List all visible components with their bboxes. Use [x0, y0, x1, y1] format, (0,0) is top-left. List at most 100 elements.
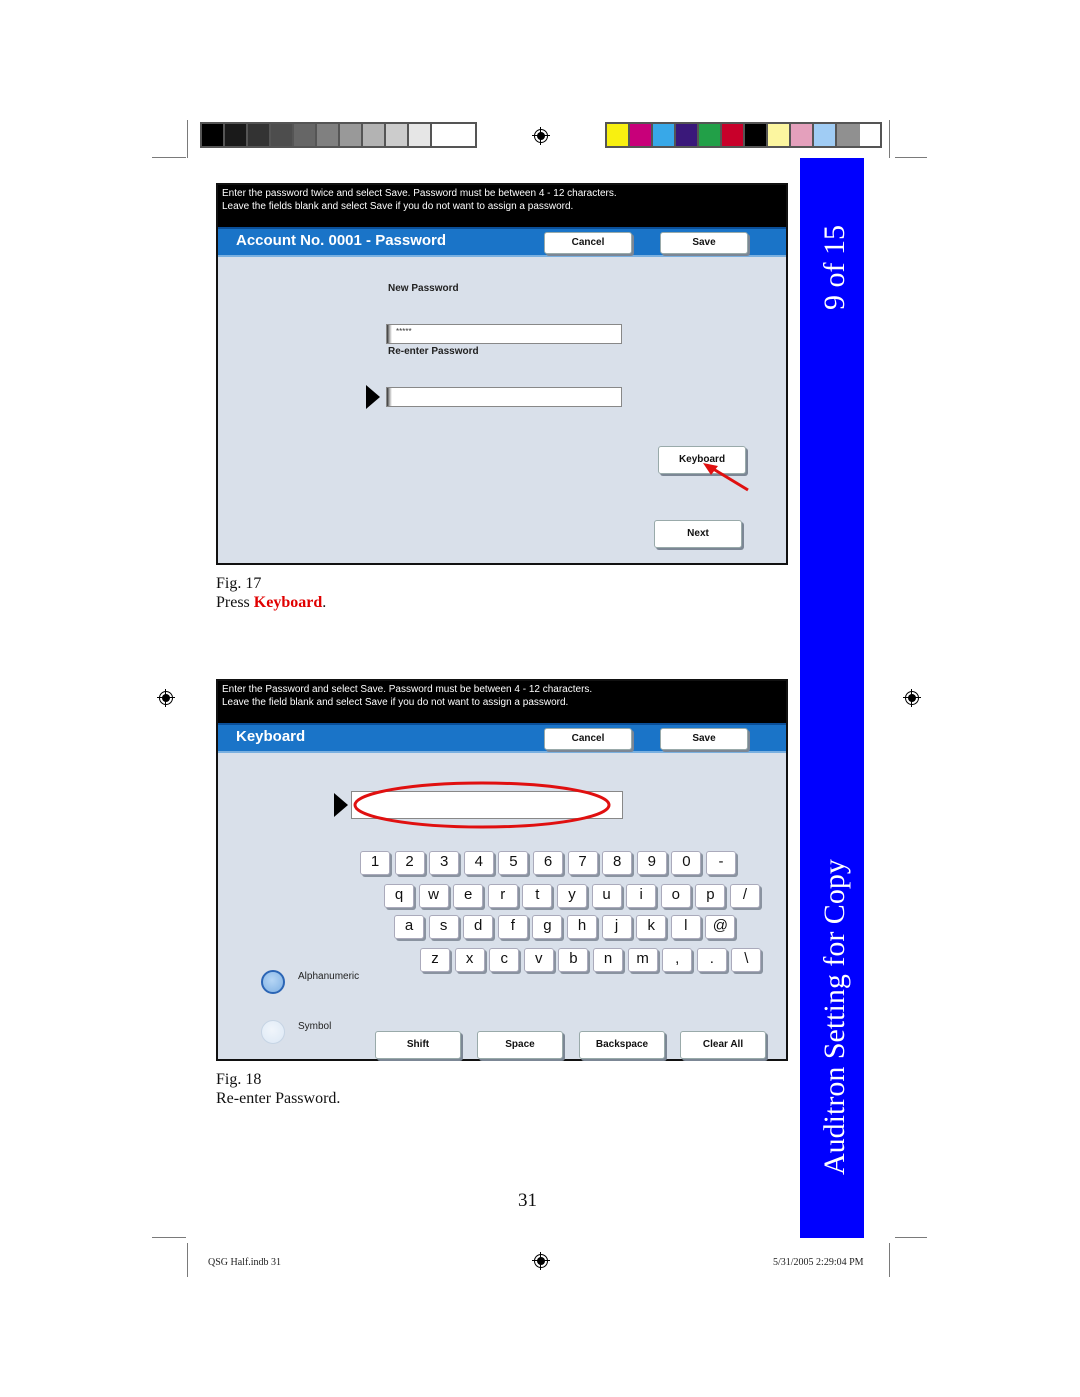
- grayscale-swatch: [202, 124, 225, 146]
- key-v[interactable]: v: [523, 948, 554, 972]
- figure-17-caption: Fig. 17 Press Keyboard.: [216, 574, 326, 612]
- color-swatch: [791, 124, 814, 146]
- key-6[interactable]: 6: [533, 851, 563, 875]
- key-8[interactable]: 8: [602, 851, 633, 875]
- symbol-radio[interactable]: [261, 1020, 285, 1044]
- key-at[interactable]: @: [705, 915, 736, 939]
- key-f[interactable]: f: [497, 915, 528, 939]
- key-o[interactable]: o: [660, 884, 691, 908]
- new-password-label: New Password: [388, 283, 459, 294]
- crop-mark: [187, 120, 188, 158]
- next-button[interactable]: Next: [654, 520, 742, 548]
- key-period[interactable]: .: [696, 948, 727, 972]
- save-button[interactable]: Save: [660, 728, 748, 750]
- registration-mark-icon: [532, 1252, 550, 1270]
- color-swatch: [607, 124, 630, 146]
- section-title: Auditron Setting for Copy: [818, 859, 851, 1175]
- crop-mark: [889, 120, 890, 158]
- grayscale-swatch: [294, 124, 317, 146]
- key-a[interactable]: a: [394, 915, 424, 939]
- page-progress: 9 of 15: [818, 225, 851, 310]
- key-s[interactable]: s: [428, 915, 459, 939]
- alphanumeric-radio[interactable]: [261, 970, 285, 994]
- registration-mark-icon: [903, 689, 921, 707]
- key-e[interactable]: e: [453, 884, 484, 908]
- key-backslash[interactable]: \: [731, 948, 762, 972]
- key-4[interactable]: 4: [463, 851, 494, 875]
- crop-mark: [152, 1237, 186, 1238]
- grayscale-swatch: [225, 124, 248, 146]
- space-button[interactable]: Space: [477, 1031, 563, 1059]
- save-button[interactable]: Save: [660, 232, 748, 254]
- figure-17-number: Fig. 17: [216, 575, 262, 592]
- key-d[interactable]: d: [463, 915, 494, 939]
- color-swatch: [630, 124, 653, 146]
- crop-mark: [889, 1243, 890, 1277]
- instruction-line-1: Enter the password twice and select Save…: [222, 188, 617, 199]
- key-9[interactable]: 9: [636, 851, 667, 875]
- grayscale-swatch: [317, 124, 340, 146]
- red-arrow-annotation-icon: [703, 463, 749, 492]
- key-1[interactable]: 1: [360, 851, 390, 875]
- instruction-line-2: Leave the field blank and select Save if…: [222, 697, 569, 708]
- alphanumeric-label: Alphanumeric: [298, 971, 360, 982]
- key-comma[interactable]: ,: [662, 948, 693, 972]
- key-h[interactable]: h: [567, 915, 597, 939]
- key-t[interactable]: t: [522, 884, 553, 908]
- key-p[interactable]: p: [695, 884, 726, 908]
- color-swatch: [814, 124, 837, 146]
- color-swatch: [676, 124, 699, 146]
- key-l[interactable]: l: [670, 915, 701, 939]
- password-screen: Enter the password twice and select Save…: [216, 183, 788, 565]
- key-j[interactable]: j: [601, 915, 632, 939]
- color-swatch: [722, 124, 745, 146]
- color-swatch: [768, 124, 791, 146]
- figure-18-number: Fig. 18: [216, 1071, 262, 1088]
- key-hyphen[interactable]: -: [706, 851, 736, 875]
- reenter-password-field[interactable]: [386, 387, 622, 407]
- color-swatch: [745, 124, 768, 146]
- key-3[interactable]: 3: [429, 851, 460, 875]
- key-w[interactable]: w: [418, 884, 449, 908]
- backspace-button[interactable]: Backspace: [579, 1031, 665, 1059]
- cancel-button[interactable]: Cancel: [544, 232, 632, 254]
- figure-18-caption: Fig. 18 Re-enter Password.: [216, 1070, 340, 1108]
- key-b[interactable]: b: [558, 948, 589, 972]
- cancel-button[interactable]: Cancel: [544, 728, 632, 750]
- new-password-field[interactable]: *****: [386, 324, 622, 344]
- instruction-line-2: Leave the fields blank and select Save i…: [222, 201, 574, 212]
- key-u[interactable]: u: [591, 884, 622, 908]
- key-0[interactable]: 0: [671, 851, 702, 875]
- page-number: 31: [518, 1190, 537, 1211]
- key-z[interactable]: z: [420, 948, 450, 972]
- symbol-label: Symbol: [298, 1021, 332, 1032]
- key-x[interactable]: x: [454, 948, 485, 972]
- clear-all-button[interactable]: Clear All: [680, 1031, 766, 1059]
- color-swatch: [699, 124, 722, 146]
- key-k[interactable]: k: [636, 915, 667, 939]
- registration-mark-icon: [532, 127, 550, 145]
- crop-mark: [187, 1243, 188, 1277]
- key-y[interactable]: y: [557, 884, 587, 908]
- grayscale-swatch: [386, 124, 409, 146]
- crop-mark: [895, 1237, 927, 1238]
- key-5[interactable]: 5: [498, 851, 529, 875]
- key-q[interactable]: q: [384, 884, 414, 908]
- instruction-line-1: Enter the Password and select Save. Pass…: [222, 684, 593, 695]
- key-2[interactable]: 2: [394, 851, 425, 875]
- key-n[interactable]: n: [593, 948, 623, 972]
- grayscale-bar: [200, 122, 477, 148]
- key-g[interactable]: g: [532, 915, 563, 939]
- key-7[interactable]: 7: [567, 851, 598, 875]
- key-r[interactable]: r: [487, 884, 518, 908]
- key-i[interactable]: i: [626, 884, 657, 908]
- key-c[interactable]: c: [489, 948, 520, 972]
- registration-mark-icon: [157, 689, 175, 707]
- active-field-pointer-icon: [366, 385, 380, 409]
- grayscale-swatch: [363, 124, 386, 146]
- shift-button[interactable]: Shift: [375, 1031, 461, 1059]
- key-slash[interactable]: /: [730, 884, 760, 908]
- key-m[interactable]: m: [627, 948, 658, 972]
- color-swatch: [837, 124, 860, 146]
- reenter-password-label: Re-enter Password: [388, 346, 479, 357]
